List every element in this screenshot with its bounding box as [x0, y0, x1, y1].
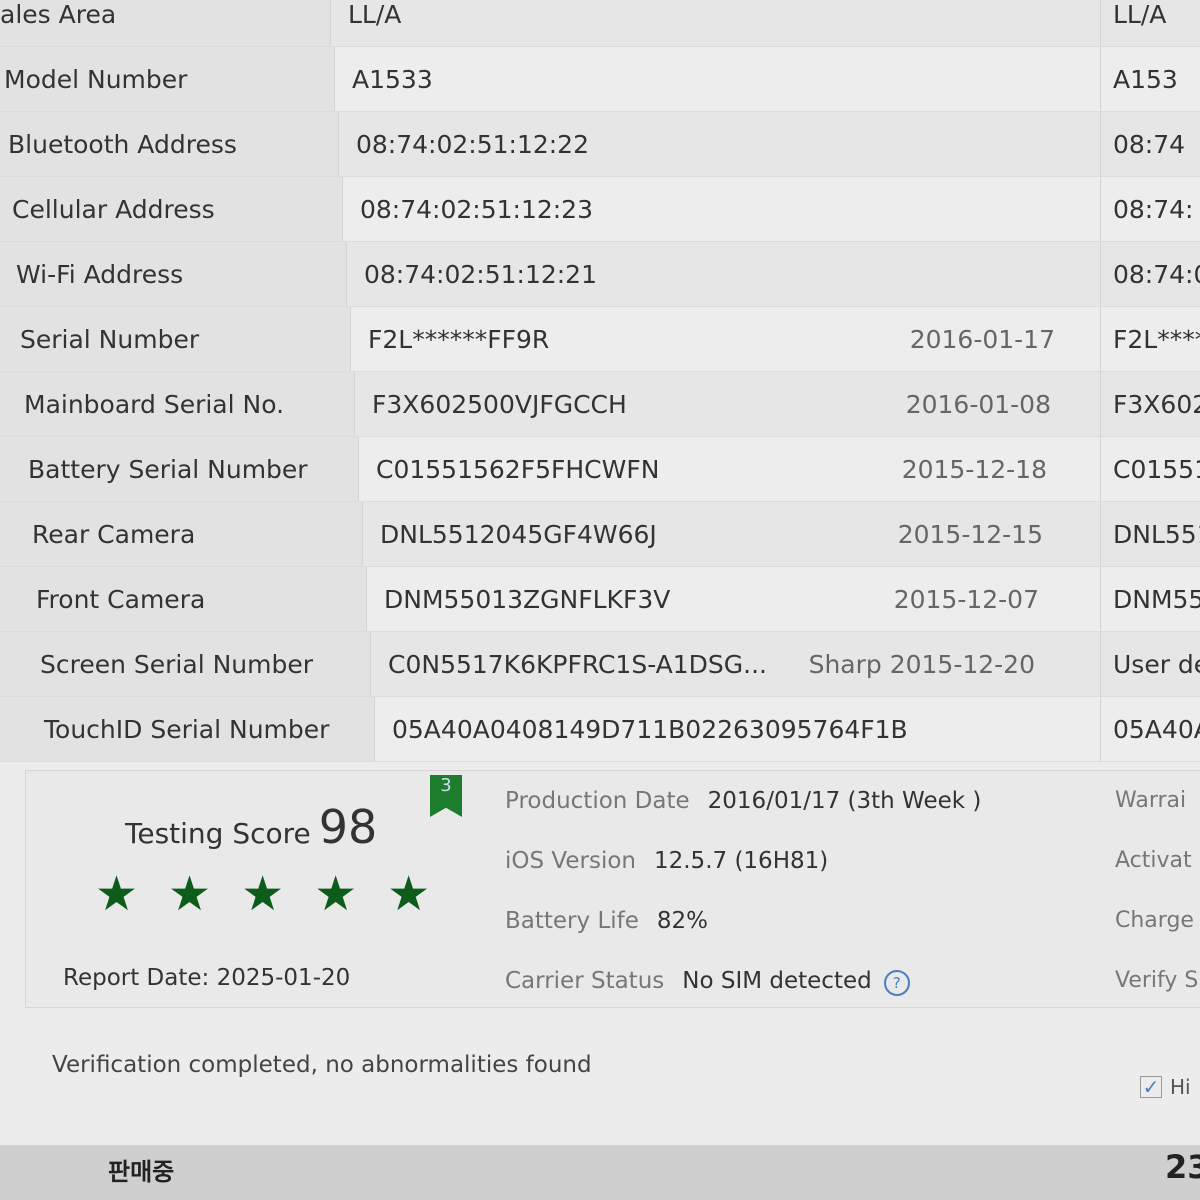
info-value: No SIM detected [682, 968, 872, 994]
table-row: Battery Serial Number C01551562F5FHCWFN … [0, 437, 1200, 502]
row-compare-value: LL/A [1100, 0, 1200, 46]
info-value: 2016/01/17 (3th Week ) [707, 788, 982, 814]
table-row: Bluetooth Address 08:74:02:51:12:22 08:7… [0, 112, 1200, 177]
star-icon: ★ [387, 866, 431, 922]
row-value: A1533 [352, 64, 433, 94]
row-compare-value: C01551 [1100, 437, 1200, 501]
status-message: Verification completed, no abnormalities… [52, 1052, 592, 1078]
star-icon: ★ [241, 866, 285, 922]
row-label: ales Area [0, 0, 331, 46]
row-compare-value: F2L**** [1100, 307, 1200, 371]
score-value: 98 [318, 800, 378, 854]
row-value: C01551562F5FHCWFN [376, 454, 660, 484]
info-key: Carrier Status [505, 968, 665, 994]
row-date: 2016-01-08 [905, 389, 1051, 419]
row-value: 08:74:02:51:12:23 [360, 194, 593, 224]
summary-right-item: Warrai [1115, 788, 1187, 813]
row-compare-value: A153 [1100, 47, 1200, 111]
checkbox-checked-icon[interactable]: ✓ [1140, 1076, 1162, 1098]
table-row: Serial Number F2L******FF9R 2016-01-17 F… [0, 307, 1200, 372]
table-row: Mainboard Serial No. F3X602500VJFGCCH 20… [0, 372, 1200, 437]
row-value: 08:74:02:51:12:21 [364, 259, 597, 289]
row-compare-value: 08:74 [1100, 112, 1200, 176]
table-row: Screen Serial Number C0N5517K6KPFRC1S-A1… [0, 632, 1200, 697]
table-row: Model Number A1533 A153 [0, 47, 1200, 112]
hide-checkbox[interactable]: ✓ Hi [1140, 1075, 1191, 1099]
star-rating: ★ ★ ★ ★ ★ [95, 866, 430, 922]
row-date: 2015-12-07 [893, 584, 1039, 614]
info-key: iOS Version [505, 848, 636, 874]
info-value: 82% [656, 908, 709, 934]
row-label: Wi-Fi Address [0, 242, 347, 306]
star-icon: ★ [314, 866, 358, 922]
row-compare-value: DNL551 [1100, 502, 1200, 566]
row-label: TouchID Serial Number [0, 697, 375, 761]
row-label: Serial Number [0, 307, 351, 371]
table-row: Front Camera DNM55013ZGNFLKF3V 2015-12-0… [0, 567, 1200, 632]
summary-info-item: Battery Life 82% [505, 908, 708, 934]
summary-right-item: Charge [1115, 908, 1194, 933]
row-label: Front Camera [0, 567, 367, 631]
star-icon: ★ [168, 866, 212, 922]
row-value: F3X602500VJFGCCH [372, 389, 627, 419]
row-label: Bluetooth Address [0, 112, 339, 176]
row-compare-value: User deci [1100, 632, 1200, 696]
info-key: Production Date [505, 788, 690, 814]
summary-info-item: Carrier Status No SIM detected? [505, 968, 910, 996]
report-date: Report Date: 2025-01-20 [63, 965, 350, 991]
row-label: Screen Serial Number [0, 632, 371, 696]
row-label: Model Number [0, 47, 335, 111]
table-row: Rear Camera DNL5512045GF4W66J 2015-12-15… [0, 502, 1200, 567]
row-date: Sharp 2015-12-20 [808, 649, 1035, 679]
help-icon[interactable]: ? [883, 970, 910, 996]
row-value: DNL5512045GF4W66J [380, 519, 657, 549]
row-compare-value: DNM550 [1100, 567, 1200, 631]
verification-report-dialog: ales Area LL/A LL/A Model Number A1533 A1… [0, 0, 1200, 1145]
price-fragment: 23 [1165, 1148, 1200, 1186]
row-compare-value: 08:74:0 [1100, 242, 1200, 306]
table-row: Cellular Address 08:74:02:51:12:23 08:74… [0, 177, 1200, 242]
row-date: 2015-12-18 [901, 454, 1047, 484]
checkbox-label: Hi [1170, 1075, 1191, 1099]
row-label: Rear Camera [0, 502, 363, 566]
star-icon: ★ [95, 866, 139, 922]
row-value: 05A40A0408149D711B02263095764F1B [392, 714, 908, 744]
row-value: 08:74:02:51:12:22 [356, 129, 589, 159]
row-compare-value: F3X602 [1100, 372, 1200, 436]
info-value: 12.5.7 (16H81) [653, 848, 829, 874]
summary-info-item: Production Date 2016/01/17 (3th Week ) [505, 788, 981, 814]
table-row: Wi-Fi Address 08:74:02:51:12:21 08:74:0 [0, 242, 1200, 307]
row-value: F2L******FF9R [368, 324, 550, 354]
row-label: Mainboard Serial No. [0, 372, 355, 436]
row-date: 2015-12-15 [897, 519, 1043, 549]
testing-score: Testing Score 98 [125, 800, 377, 854]
info-key: Battery Life [505, 908, 639, 934]
row-compare-value: 05A40A0 [1100, 697, 1200, 761]
summary-right-item: Verify S [1115, 968, 1199, 993]
score-label: Testing Score [125, 817, 311, 850]
table-row: ales Area LL/A LL/A [0, 0, 1200, 47]
row-value: LL/A [348, 0, 402, 29]
report-date-value: 2025-01-20 [216, 965, 351, 991]
row-label: Cellular Address [0, 177, 343, 241]
row-label: Battery Serial Number [0, 437, 359, 501]
row-compare-value: 08:74: [1100, 177, 1200, 241]
row-date: 2016-01-17 [909, 324, 1055, 354]
summary-info-item: iOS Version 12.5.7 (16H81) [505, 848, 828, 874]
table-row: TouchID Serial Number 05A40A0408149D711B… [0, 697, 1200, 762]
sale-status-label: 판매중 [108, 1158, 175, 1186]
row-value: DNM55013ZGNFLKF3V [384, 584, 671, 614]
row-value: C0N5517K6KPFRC1S-A1DSG... [388, 649, 768, 679]
report-date-label: Report Date: [63, 965, 210, 991]
background-list-strip [0, 1145, 1200, 1200]
summary-right-item: Activat [1115, 848, 1192, 873]
